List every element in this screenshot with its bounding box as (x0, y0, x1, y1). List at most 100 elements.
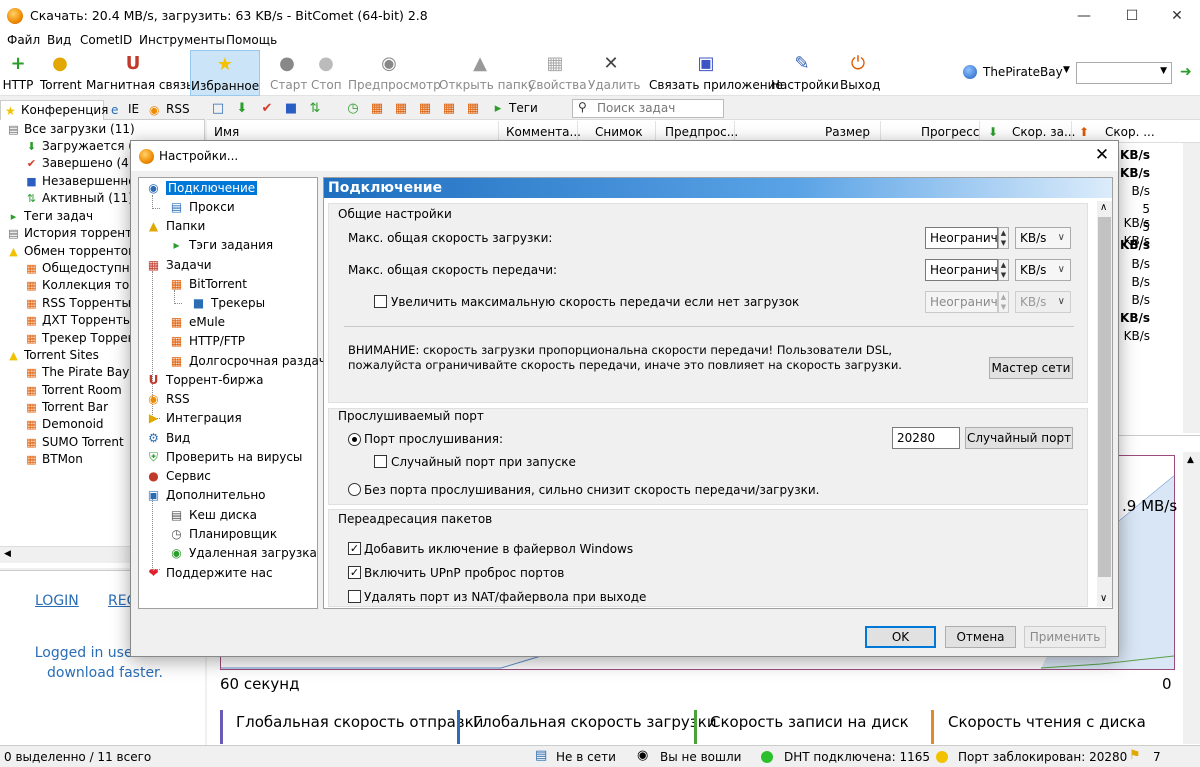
tree-item-bittorrent[interactable]: ▦ BitTorrent (171, 275, 247, 293)
tree-item-connection[interactable]: ◉ Подключение (148, 179, 258, 197)
properties-button[interactable]: ▦ Свойства (528, 50, 587, 96)
sidebar-item-btmon[interactable]: ▦ BTMon (26, 451, 83, 468)
remove-nat-checkbox[interactable] (348, 590, 361, 603)
max-upload-input[interactable]: Неограничено (925, 259, 998, 281)
col-preview[interactable]: Предпрос... (665, 125, 738, 139)
sidebar-item-torrent-bar[interactable]: ▦ Torrent Bar (26, 399, 108, 416)
apply-button[interactable]: Применить (1024, 626, 1106, 648)
sidebar-item-piratebay[interactable]: ▦ The Pirate Bay (26, 364, 129, 381)
tree-item-scheduler[interactable]: ◷ Планировщик (171, 525, 277, 543)
tree-item-antivirus[interactable]: ⛨ Проверить на вирусы (149, 448, 302, 466)
stop-button[interactable]: ● Стоп (311, 50, 342, 96)
scroll-down-icon[interactable]: ∨ (1100, 593, 1107, 604)
boost-upload-input[interactable]: Неограничено (925, 291, 998, 313)
tab-rss[interactable]: ◉ RSS (146, 100, 196, 120)
tree-item-emule[interactable]: ▦ eMule (171, 313, 225, 331)
site-search-input[interactable]: ▼ (1076, 62, 1172, 84)
file-icon[interactable]: ▦ (369, 101, 385, 117)
clock-icon[interactable]: ◷ (345, 101, 361, 117)
menu-cometid[interactable]: CometID (80, 33, 132, 47)
stats-scrollbar[interactable]: ▲ (1183, 452, 1200, 744)
go-arrow-icon[interactable]: ➜ (1180, 64, 1192, 80)
tree-item-task-tags[interactable]: ▸ Тэги задания (173, 236, 273, 254)
torrent-button[interactable]: ● Torrent (40, 50, 82, 96)
minimize-button[interactable]: — (1061, 0, 1107, 32)
tree-item-service[interactable]: ● Сервис (148, 467, 211, 485)
no-port-radio[interactable] (348, 483, 361, 496)
tree-item-rss[interactable]: ◉ RSS (148, 390, 189, 408)
start-button[interactable]: ● Старт (270, 50, 307, 96)
tree-item-tasks[interactable]: ▦ Задачи (148, 256, 212, 274)
sidebar-item-all[interactable]: ▤ Все загрузки (11) (8, 121, 134, 138)
link-app-button[interactable]: ▣ Связать приложение (649, 50, 783, 96)
favorites-button[interactable]: ★ Избранное (190, 50, 260, 96)
col-ul-speed[interactable]: Скор. ... (1105, 125, 1155, 139)
max-download-spinner[interactable]: ▲ ▼ (998, 227, 1009, 249)
new-icon[interactable]: □ (210, 101, 226, 117)
max-upload-spinner[interactable]: ▲ ▼ (998, 259, 1009, 281)
boost-upload-unit-select[interactable]: KB/s ∨ (1015, 291, 1071, 313)
menu-tools[interactable]: Инструменты (139, 33, 225, 47)
max-upload-unit-select[interactable]: KB/s ∨ (1015, 259, 1071, 281)
upnp-checkbox[interactable]: ✓ (348, 566, 361, 579)
down-arrow-icon[interactable]: ⬇ (234, 101, 250, 117)
col-name[interactable]: Имя (214, 125, 239, 139)
tree-item-view[interactable]: ⚙ Вид (148, 429, 190, 447)
square-icon[interactable]: ■ (283, 101, 299, 117)
tree-item-trackers[interactable]: ■ Трекеры (193, 294, 265, 312)
tab-ie[interactable]: e IE (108, 100, 146, 120)
boost-upload-checkbox[interactable] (374, 295, 387, 308)
sidebar-item-active[interactable]: ⇅ Активный (11) (27, 190, 133, 207)
col-size[interactable]: Размер (825, 125, 870, 139)
cancel-button[interactable]: Отмена (945, 626, 1016, 648)
preview-button[interactable]: ◉ Предпросмотр (348, 50, 441, 96)
task-list-scrollbar[interactable] (1183, 143, 1200, 433)
maximize-button[interactable]: ☐ (1109, 0, 1155, 32)
tree-item-http-ftp[interactable]: ▦ HTTP/FTP (171, 332, 245, 350)
menu-help[interactable]: Помощь (226, 33, 277, 47)
menu-file[interactable]: Файл (7, 33, 40, 47)
tree-item-advanced[interactable]: ▣ Дополнительно (148, 486, 266, 504)
file-icon[interactable]: ▦ (393, 101, 409, 117)
bell-icon[interactable]: ⚑ (1129, 748, 1141, 763)
file-icon[interactable]: ▦ (417, 101, 433, 117)
network-wizard-button[interactable]: Мастер сети (989, 357, 1073, 379)
sidebar-item-exchange[interactable]: ▲ Обмен торрентом (9, 243, 137, 260)
tree-item-remote[interactable]: ◉ Удаленная загрузка (171, 544, 317, 562)
open-folder-button[interactable]: ▲ Открыть папку (439, 50, 535, 96)
login-link[interactable]: LOGIN (35, 593, 79, 609)
sidebar-item-demonoid[interactable]: ▦ Demonoid (26, 416, 103, 433)
task-search-input[interactable]: ⚲ Поиск задач (572, 99, 724, 118)
tree-item-disk-cache[interactable]: ▤ Кеш диска (171, 506, 257, 524)
max-download-input[interactable]: Неограничено (925, 227, 998, 249)
sidebar-item-task-tags[interactable]: ▸ Теги задач (11, 208, 93, 225)
delete-button[interactable]: ✕ Удалить (588, 50, 641, 96)
menu-view[interactable]: Вид (47, 33, 71, 47)
http-button[interactable]: + HTTP (2, 50, 34, 96)
status-login[interactable]: Вы не вошли (660, 750, 741, 764)
sidebar-item-sumo[interactable]: ▦ SUMO Torrent (26, 434, 123, 451)
file-icon[interactable]: ▦ (465, 101, 481, 117)
sidebar-item-completed[interactable]: ✔ Завершено (4) (27, 155, 134, 172)
random-port-button[interactable]: Случайный порт (965, 427, 1073, 449)
tab-conference[interactable]: ★ Конференция (0, 100, 108, 120)
check-icon[interactable]: ✔ (259, 101, 275, 117)
scroll-up-icon[interactable]: ∧ (1100, 202, 1107, 213)
boost-upload-spinner[interactable]: ▲ ▼ (998, 291, 1009, 313)
settings-button[interactable]: ✎ Настройки (771, 50, 839, 96)
sidebar-item-history[interactable]: ▤ История торрентов (8, 225, 146, 242)
scroll-left-icon[interactable]: ◀ (4, 549, 11, 559)
status-port[interactable]: Порт заблокирован: 20280 (958, 750, 1127, 764)
tree-item-seeding[interactable]: ▦ Долгосрочная раздача (171, 352, 334, 370)
updown-icon[interactable]: ⇅ (307, 101, 323, 117)
dialog-close-button[interactable]: ✕ (1092, 145, 1112, 165)
tree-item-integration[interactable]: ▶ Интеграция (149, 409, 242, 427)
col-comment[interactable]: Коммента... (506, 125, 581, 139)
max-download-unit-select[interactable]: KB/s ∨ (1015, 227, 1071, 249)
listen-port-input[interactable]: 20280 (892, 427, 960, 449)
tree-item-exchange[interactable]: U Торрент-биржа (149, 371, 264, 389)
listen-port-radio[interactable] (348, 433, 361, 446)
panel-scrollbar-thumb[interactable] (1098, 217, 1111, 577)
sidebar-item-torrent-room[interactable]: ▦ Torrent Room (26, 382, 121, 399)
ok-button[interactable]: OK (865, 626, 936, 648)
